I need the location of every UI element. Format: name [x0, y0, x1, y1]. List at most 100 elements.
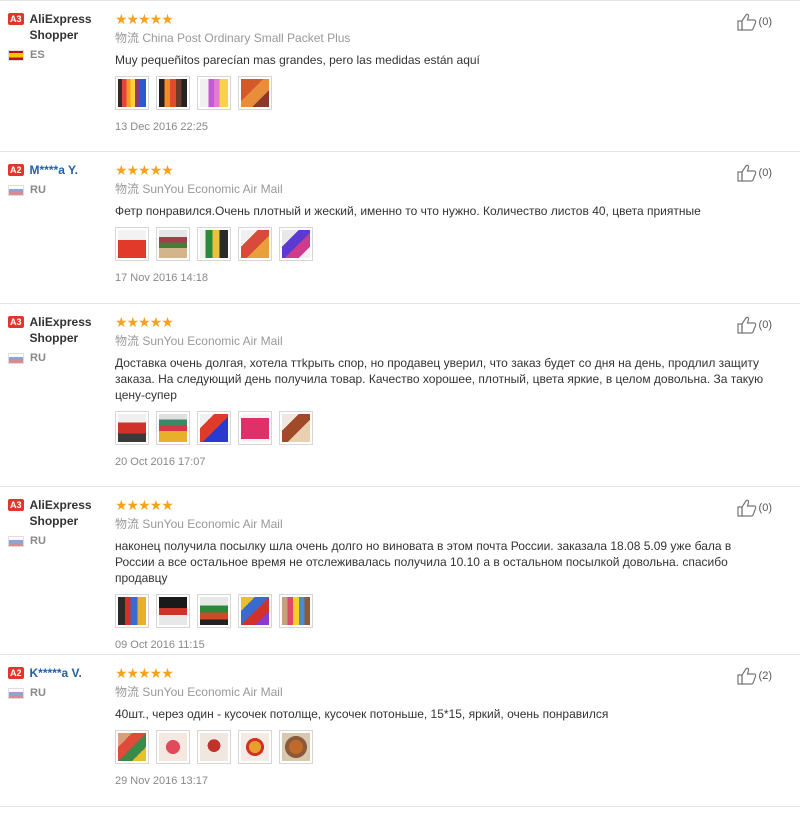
review-photo-thumbnail[interactable]: [115, 76, 149, 110]
review-photo-image: [241, 230, 269, 258]
review-content: ★★★★★ 物流 SunYou Economic Air Mail Фетр п…: [115, 162, 770, 285]
review-photo-image: [241, 597, 269, 625]
star-rating: ★★★★★: [115, 665, 174, 681]
country-flag-icon: [8, 687, 24, 699]
shipping-method: 物流 SunYou Economic Air Mail: [115, 685, 283, 699]
country-flag-icon: [8, 49, 24, 61]
thumbs-up-icon: [736, 13, 756, 31]
review-photo-thumbnail[interactable]: [156, 76, 190, 110]
helpful-count: (0): [758, 16, 772, 28]
review-photo-thumbnail[interactable]: [115, 594, 149, 628]
review-photo-thumbnail[interactable]: [238, 227, 272, 261]
review-photo-thumbnail[interactable]: [238, 76, 272, 110]
review-date: 17 Nov 2016 14:18: [115, 272, 208, 284]
review-photo-thumbnail[interactable]: [279, 411, 313, 445]
review-photo-image: [241, 414, 269, 442]
shipping-method: 物流 SunYou Economic Air Mail: [115, 517, 283, 531]
country-flag-icon: [8, 184, 24, 196]
review-photo-image: [200, 79, 228, 107]
review-photo-image: [159, 79, 187, 107]
review-photo-thumbnail[interactable]: [238, 730, 272, 764]
helpful-count: (0): [758, 502, 772, 514]
helpful-button[interactable]: (0): [736, 13, 772, 31]
helpful-button[interactable]: (0): [736, 164, 772, 182]
review-photo-thumbnail[interactable]: [279, 730, 313, 764]
country-code: RU: [30, 535, 46, 547]
review-photo-thumbnail[interactable]: [115, 227, 149, 261]
star-rating: ★★★★★: [115, 162, 174, 178]
helpful-button[interactable]: (0): [736, 316, 772, 334]
review-photo-image: [282, 597, 310, 625]
review-photo-image: [118, 230, 146, 258]
review-text: Фетр понравился.Очень плотный и жеский, …: [115, 204, 701, 218]
review-text: 40шт., через один - кусочек потолще, кус…: [115, 707, 609, 721]
review-photo-thumbnail[interactable]: [115, 411, 149, 445]
review-content: ★★★★★ 物流 SunYou Economic Air Mail 40шт.,…: [115, 665, 770, 788]
review-item: A2 K*****a V. RU ★★★★★ 物流 SunYou Economi…: [0, 655, 800, 807]
review-date: 29 Nov 2016 13:17: [115, 775, 208, 787]
buyer-level-badge: A2: [8, 667, 24, 679]
country-code: RU: [30, 184, 46, 196]
helpful-count: (2): [758, 670, 772, 682]
reviewer-info: A3 AliExpress Shopper RU: [8, 314, 108, 364]
reviewer-info: A2 M****a Y. RU: [8, 162, 108, 196]
country-code: RU: [30, 687, 46, 699]
review-photo-thumbnail[interactable]: [156, 227, 190, 261]
review-photo-thumbnail[interactable]: [156, 411, 190, 445]
review-photo-image: [282, 230, 310, 258]
star-rating: ★★★★★: [115, 314, 174, 330]
review-photo-thumbnail[interactable]: [197, 227, 231, 261]
thumbs-up-icon: [736, 164, 756, 182]
review-text: Muy pequeñitos parecían mas grandes, per…: [115, 53, 480, 67]
review-photo-thumbnail[interactable]: [197, 76, 231, 110]
helpful-count: (0): [758, 167, 772, 179]
feedback-list: A3 AliExpress Shopper ES ★★★★★ 物流 China …: [0, 0, 800, 807]
helpful-button[interactable]: (0): [736, 499, 772, 517]
reviewer-name: AliExpress Shopper: [29, 315, 92, 345]
reviewer-name: K*****a V.: [29, 666, 82, 680]
review-photos: [115, 594, 770, 628]
review-photo-image: [118, 733, 146, 761]
review-photo-thumbnail[interactable]: [156, 594, 190, 628]
review-photo-image: [200, 597, 228, 625]
review-item: A3 AliExpress Shopper ES ★★★★★ 物流 China …: [0, 0, 800, 152]
review-photos: [115, 227, 770, 261]
review-photo-thumbnail[interactable]: [197, 411, 231, 445]
review-content: ★★★★★ 物流 SunYou Economic Air Mail наконе…: [115, 497, 770, 652]
review-content: ★★★★★ 物流 China Post Ordinary Small Packe…: [115, 11, 770, 134]
review-photo-image: [282, 414, 310, 442]
review-photo-thumbnail[interactable]: [197, 730, 231, 764]
shipping-method: 物流 SunYou Economic Air Mail: [115, 334, 283, 348]
review-photo-thumbnail[interactable]: [156, 730, 190, 764]
review-photo-thumbnail[interactable]: [197, 594, 231, 628]
review-photo-image: [159, 733, 187, 761]
review-photo-image: [241, 733, 269, 761]
review-photo-thumbnail[interactable]: [238, 594, 272, 628]
review-photo-thumbnail[interactable]: [279, 227, 313, 261]
helpful-count: (0): [758, 319, 772, 331]
reviewer-country: ES: [8, 49, 108, 61]
thumbs-up-icon: [736, 316, 756, 334]
buyer-level-badge: A3: [8, 499, 24, 511]
review-text: наконец получила посылку шла очень долго…: [115, 539, 732, 585]
review-photo-image: [159, 414, 187, 442]
review-date: 09 Oct 2016 11:15: [115, 639, 205, 651]
star-rating: ★★★★★: [115, 497, 174, 513]
review-item: A3 AliExpress Shopper RU ★★★★★ 物流 SunYou…: [0, 487, 800, 655]
review-photo-thumbnail[interactable]: [279, 594, 313, 628]
review-photos: [115, 730, 770, 764]
reviewer-country: RU: [8, 687, 108, 699]
review-photo-image: [200, 414, 228, 442]
thumbs-up-icon: [736, 499, 756, 517]
review-item: A3 AliExpress Shopper RU ★★★★★ 物流 SunYou…: [0, 304, 800, 487]
reviewer-info: A3 AliExpress Shopper ES: [8, 11, 108, 61]
country-code: RU: [30, 352, 46, 364]
review-photos: [115, 76, 770, 110]
review-photo-thumbnail[interactable]: [238, 411, 272, 445]
helpful-button[interactable]: (2): [736, 667, 772, 685]
review-photo-thumbnail[interactable]: [115, 730, 149, 764]
shipping-method: 物流 China Post Ordinary Small Packet Plus: [115, 31, 351, 45]
reviewer-info: A2 K*****a V. RU: [8, 665, 108, 699]
review-photo-image: [159, 597, 187, 625]
review-date: 20 Oct 2016 17:07: [115, 456, 206, 468]
